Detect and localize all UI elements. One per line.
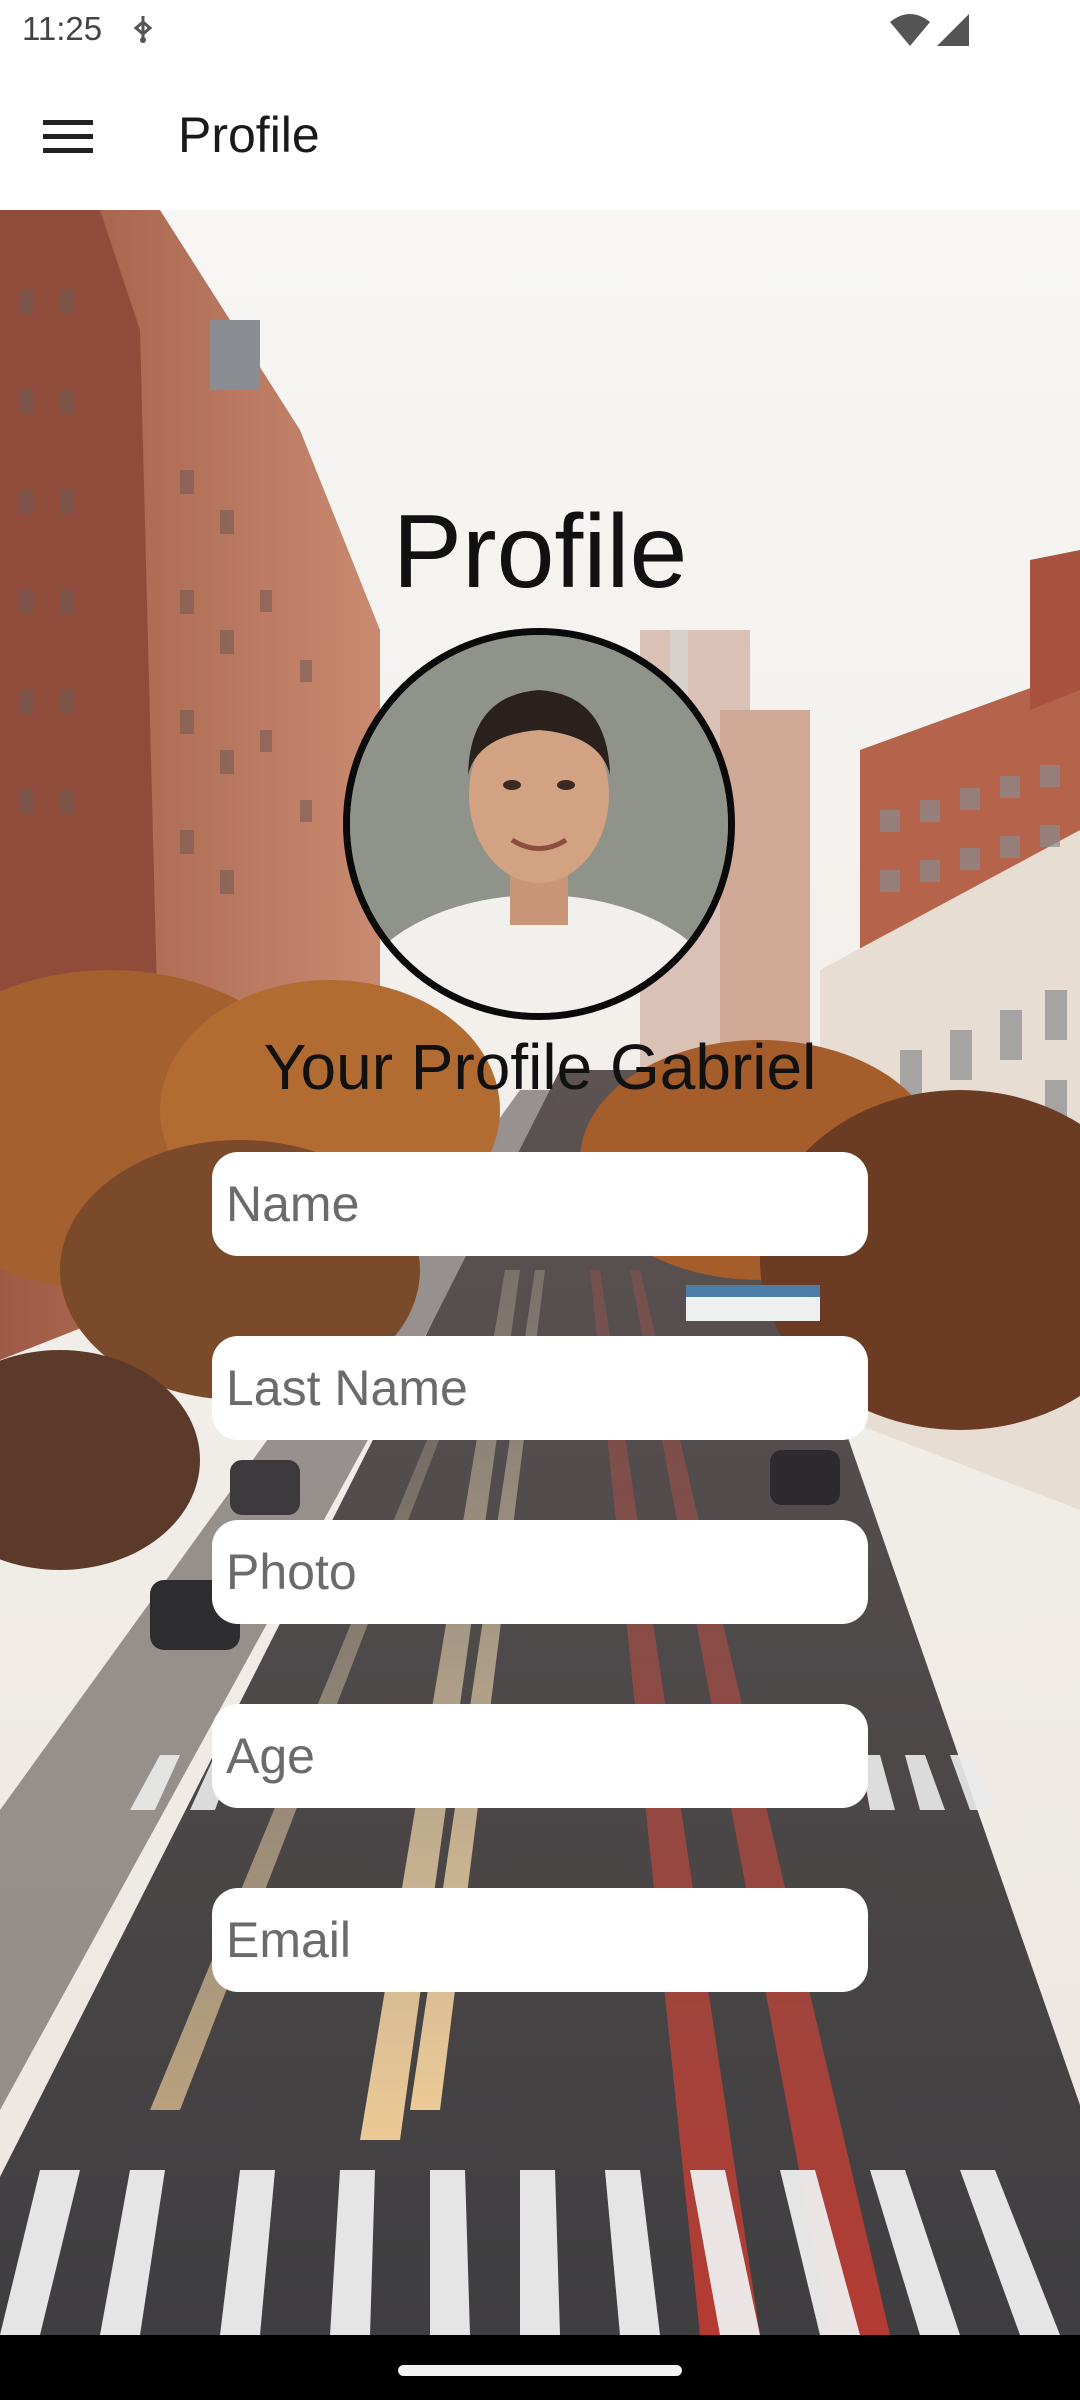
profile-subtitle: Your Profile Gabriel — [263, 1031, 817, 1103]
status-bar: 11:25 — [0, 0, 1080, 62]
system-navigation-bar — [0, 2335, 1080, 2400]
name-field[interactable] — [212, 1152, 868, 1256]
usb-debug-icon — [132, 14, 154, 49]
photo-field[interactable] — [212, 1520, 868, 1624]
profile-avatar — [343, 628, 735, 1020]
age-field[interactable] — [212, 1704, 868, 1808]
menu-button[interactable] — [24, 98, 112, 174]
app-bar-title: Profile — [178, 107, 320, 163]
app-bar: Profile — [0, 62, 1080, 210]
hamburger-menu-icon — [43, 120, 93, 153]
last-name-field[interactable] — [212, 1336, 868, 1440]
home-gesture-handle[interactable] — [398, 2365, 682, 2376]
status-time: 11:25 — [22, 10, 103, 47]
page-heading: Profile — [392, 494, 688, 610]
wifi-icon — [888, 12, 932, 53]
signal-icon — [935, 12, 971, 53]
email-field[interactable] — [212, 1888, 868, 1992]
